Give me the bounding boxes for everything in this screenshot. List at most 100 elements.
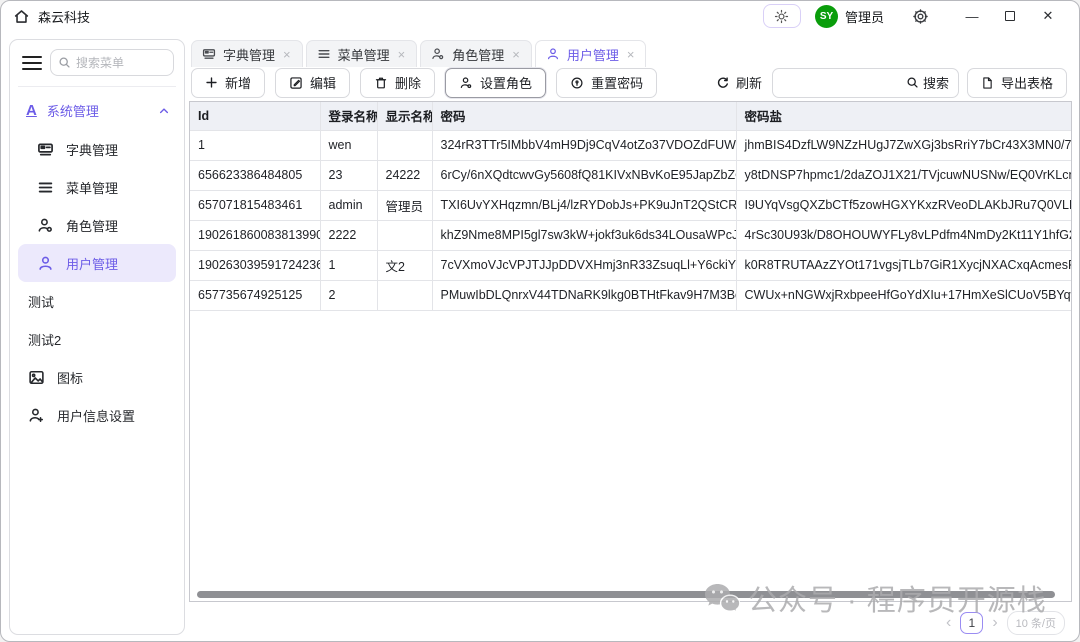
sidebar-item-menu[interactable]: 菜单管理 [18, 168, 176, 206]
toolbar: 新增 编辑 删除 设置角色 重置密码 [191, 67, 1067, 98]
table-row[interactable]: 1902630395917242368 1 文2 7cVXmoVJcVPJTJJ… [190, 250, 1071, 280]
cell-id: 657071815483461 [190, 190, 320, 220]
cell-password-salt: CWUx+nNGWxjRxbpeeHfGoYdXIu+17HmXeSlCUoV5… [736, 280, 1071, 310]
next-page-button[interactable]: › [992, 615, 997, 631]
reset-password-button[interactable]: 重置密码 [556, 68, 657, 98]
reset-password-icon [570, 76, 584, 90]
font-a-icon: A [26, 103, 37, 118]
cell-login-name: wen [320, 130, 377, 160]
cell-password: khZ9Nme8MPI5gl7sw3kW+jokf3uk6ds34LOusaWP… [432, 220, 736, 250]
cell-password-salt: k0R8TRUTAAzZYOt171vgsjTLb7GiR1XycjNXACxq… [736, 250, 1071, 280]
close-button[interactable]: ✕ [1029, 3, 1067, 29]
table-row[interactable]: 657735674925125 2 PMuwIbDLQnrxV44TDNaRK9… [190, 280, 1071, 310]
cell-login-name: 1 [320, 250, 377, 280]
cell-id: 1902630395917242368 [190, 250, 320, 280]
tab-menu[interactable]: 菜单管理 × [306, 40, 418, 67]
set-role-button[interactable]: 设置角色 [445, 68, 546, 98]
cell-display-name: 文2 [377, 250, 432, 280]
maximize-icon [1005, 11, 1015, 21]
cell-login-name: admin [320, 190, 377, 220]
user-settings-icon [28, 407, 45, 424]
cell-password: PMuwIbDLQnrxV44TDNaRK9lkg0BTHtFkav9H7M3B… [432, 280, 736, 310]
cell-password: 7cVXmoVJcVPJTJJpDDVXHmj3nR33ZsuqLl+Y6cki… [432, 250, 736, 280]
app-window: 森云科技 SY 管理员 — ✕ [0, 0, 1080, 642]
tab-user[interactable]: 用户管理 × [535, 40, 647, 67]
hamburger-menu-icon[interactable] [22, 54, 42, 72]
search-button[interactable]: 搜索 [906, 73, 949, 92]
table-search-input[interactable] [782, 75, 900, 90]
cell-id: 1 [190, 130, 320, 160]
sidebar-search[interactable] [50, 49, 174, 76]
page-size-select[interactable]: 10 条/页 [1007, 611, 1065, 635]
close-icon[interactable]: × [626, 48, 636, 61]
cell-password: 6rCy/6nXQdtcwvGy5608fQ81KIVxNBvKoE95JapZ… [432, 160, 736, 190]
export-button[interactable]: 导出表格 [967, 68, 1067, 98]
sidebar-section-system[interactable]: A 系统管理 [18, 87, 176, 130]
dictionary-icon [202, 47, 216, 61]
cell-password: 324rR3TTr5IMbbV4mH9Dj9CqV4otZo37VDOZdFUW… [432, 130, 736, 160]
column-header-password: 密码 [432, 102, 736, 130]
cell-display-name [377, 220, 432, 250]
user-name: 管理员 [845, 7, 884, 26]
search-icon [906, 76, 919, 89]
titlebar: 森云科技 SY 管理员 — ✕ [1, 1, 1079, 31]
close-icon[interactable]: × [397, 48, 407, 61]
column-header-display-name: 显示名称 [377, 102, 432, 130]
cell-password-salt: jhmBIS4DzfLW9NZzHUgJ7ZwXGj3bsRriY7bCr43X… [736, 130, 1071, 160]
home-icon[interactable] [13, 8, 30, 25]
add-button[interactable]: 新增 [191, 68, 265, 98]
cell-login-name: 23 [320, 160, 377, 190]
sun-icon [774, 9, 789, 24]
sidebar-search-input[interactable] [76, 56, 162, 70]
close-icon[interactable]: × [282, 48, 292, 61]
column-header-password-salt: 密码盐 [736, 102, 1071, 130]
gear-icon[interactable] [912, 8, 929, 25]
theme-toggle-button[interactable] [763, 4, 801, 28]
sidebar-item-user[interactable]: 用户管理 [18, 244, 176, 282]
column-header-login-name: 登录名称 [320, 102, 377, 130]
prev-page-button[interactable]: ‹ [946, 615, 951, 631]
sidebar-item-user-info-settings[interactable]: 用户信息设置 [18, 396, 176, 434]
cell-id: 657735674925125 [190, 280, 320, 310]
user-table: Id 登录名称 显示名称 密码 密码盐 1 wen 324rR3TTr5IMbb… [190, 102, 1071, 311]
cell-id: 1902618600838139904 [190, 220, 320, 250]
tab-role[interactable]: 角色管理 × [420, 40, 532, 67]
table-row[interactable]: 656623386484805 23 24222 6rCy/6nXQdtcwvG… [190, 160, 1071, 190]
chevron-up-icon [158, 105, 170, 117]
table-row[interactable]: 1 wen 324rR3TTr5IMbbV4mH9Dj9CqV4otZo37VD… [190, 130, 1071, 160]
page-number[interactable]: 1 [960, 612, 983, 634]
document-icon [981, 76, 994, 90]
menu-lines-icon [37, 179, 54, 196]
cell-login-name: 2222 [320, 220, 377, 250]
cell-display-name: 24222 [377, 160, 432, 190]
tab-dictionary[interactable]: 字典管理 × [191, 40, 303, 67]
close-icon[interactable]: × [511, 48, 521, 61]
table-row[interactable]: 1902618600838139904 2222 khZ9Nme8MPI5gl7… [190, 220, 1071, 250]
table-header-row: Id 登录名称 显示名称 密码 密码盐 [190, 102, 1071, 130]
sidebar-item-role[interactable]: 角色管理 [18, 206, 176, 244]
column-header-id: Id [190, 102, 320, 130]
pagination: ‹ 1 › 10 条/页 [946, 611, 1065, 635]
sidebar-item-icons[interactable]: 图标 [18, 358, 176, 396]
minimize-button[interactable]: — [953, 3, 991, 29]
cell-id: 656623386484805 [190, 160, 320, 190]
sidebar-item-test[interactable]: 测试 [18, 282, 176, 320]
trash-icon [374, 76, 388, 90]
edit-button[interactable]: 编辑 [275, 68, 350, 98]
sidebar-item-test2[interactable]: 测试2 [18, 320, 176, 358]
role-icon [459, 76, 473, 90]
cell-password-salt: y8tDNSP7hpmc1/2daZOJ1X21/TVjcuwNUSNw/EQ0… [736, 160, 1071, 190]
plus-icon [205, 76, 218, 89]
user-chip[interactable]: SY 管理员 [815, 5, 884, 28]
role-icon [431, 47, 445, 61]
table-row[interactable]: 657071815483461 admin 管理员 TXI6UvYXHqzmn/… [190, 190, 1071, 220]
sidebar-item-dictionary[interactable]: 字典管理 [18, 130, 176, 168]
tabbar: 字典管理 × 菜单管理 × 角色管理 × 用户管理 × [191, 39, 646, 67]
refresh-button[interactable]: 刷新 [714, 69, 764, 96]
avatar: SY [815, 5, 838, 28]
horizontal-scrollbar[interactable] [197, 591, 1055, 598]
user-icon [37, 255, 54, 272]
role-icon [37, 217, 54, 234]
maximize-button[interactable] [991, 3, 1029, 29]
delete-button[interactable]: 删除 [360, 68, 435, 98]
